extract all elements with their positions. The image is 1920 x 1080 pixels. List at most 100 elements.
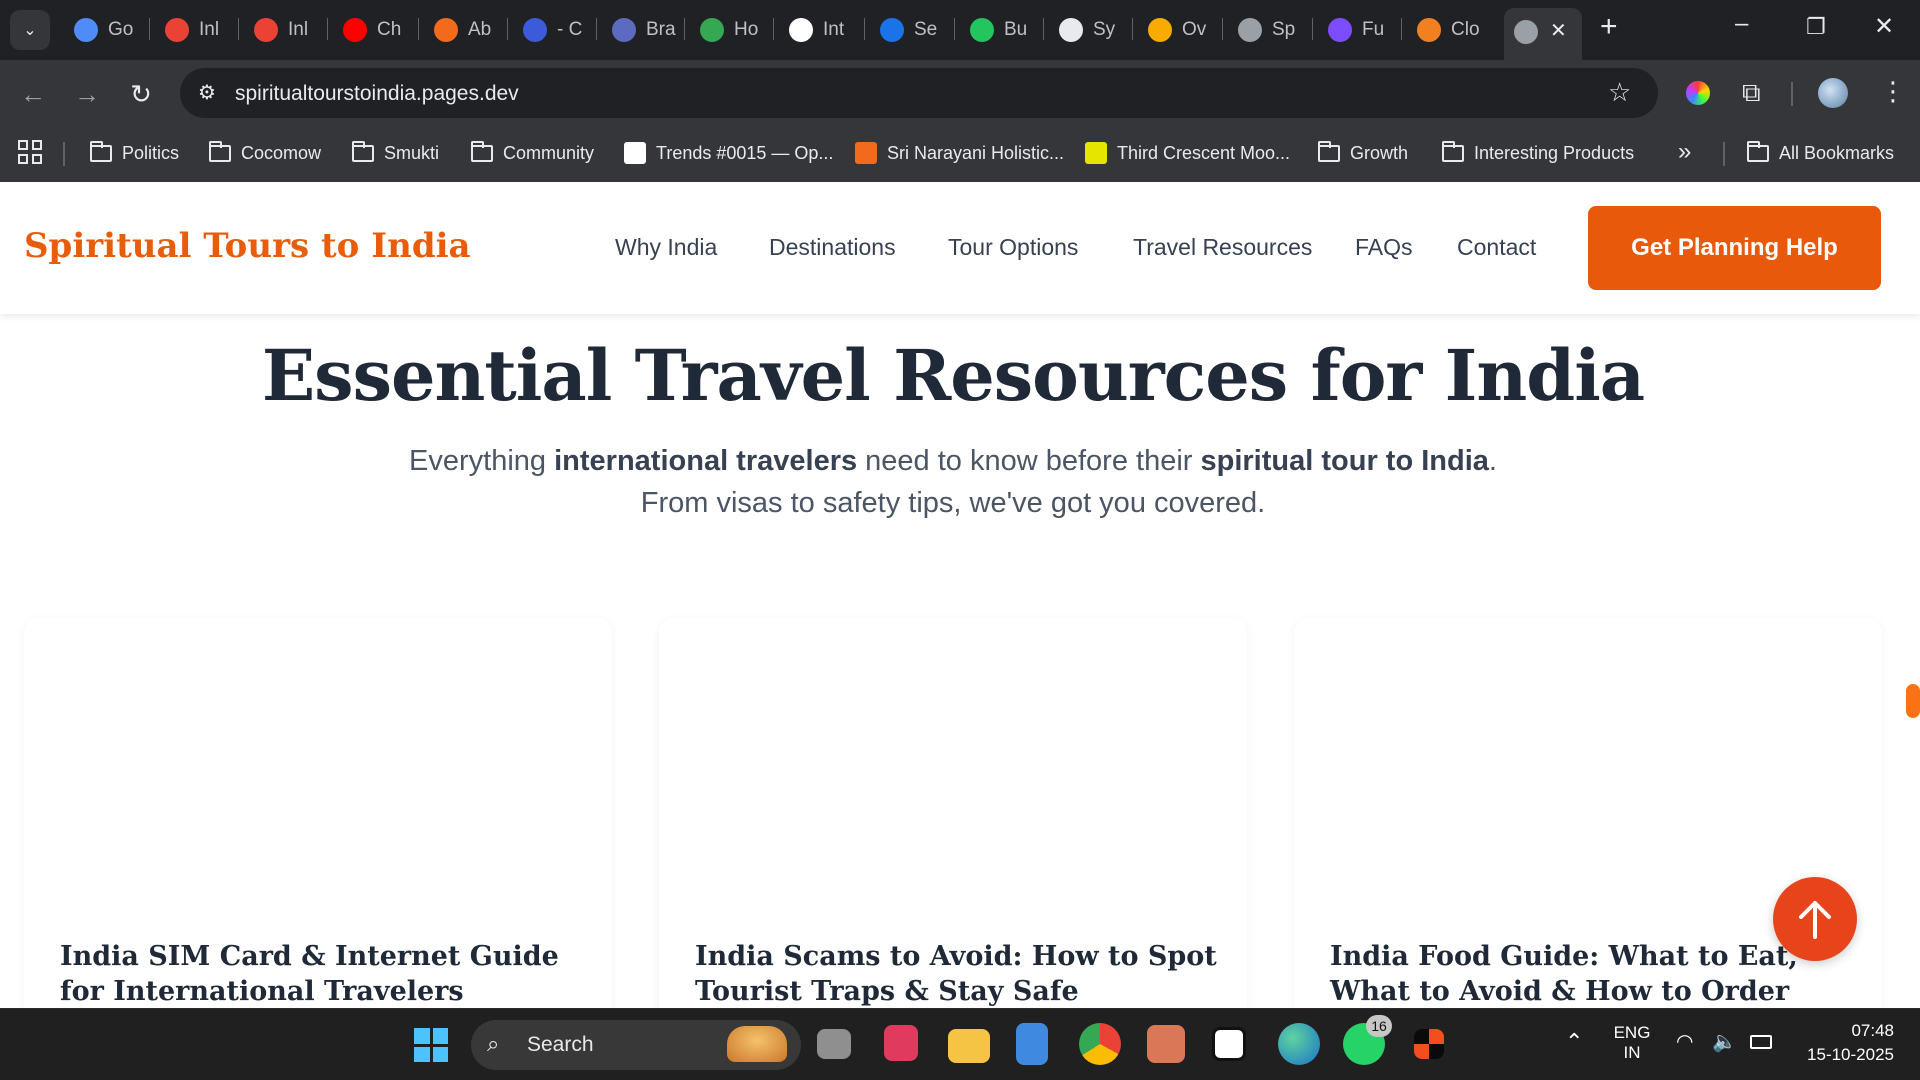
nav-faqs[interactable]: FAQs	[1355, 234, 1413, 261]
tab-label: Bu	[1004, 19, 1028, 40]
tab-13[interactable]: Sp	[1226, 12, 1306, 48]
tab-active[interactable]: ✕	[1504, 8, 1582, 60]
color-extension-icon[interactable]	[1686, 81, 1710, 105]
site-header: Spiritual Tours to India Why India Desti…	[0, 182, 1920, 314]
tray-overflow-icon[interactable]: ⌃	[1565, 1029, 1583, 1055]
tab-separator	[1312, 18, 1313, 40]
clock[interactable]: 07:48 15-10-2025	[1794, 1021, 1894, 1065]
bookmark-item[interactable]: Politics	[90, 138, 179, 168]
tab-2[interactable]: Inl	[242, 12, 322, 48]
card-title[interactable]: India Scams to Avoid: How to Spot Touris…	[695, 939, 1235, 1008]
start-button[interactable]	[414, 1028, 448, 1062]
volume-icon[interactable]: 🔈	[1712, 1029, 1737, 1054]
taskbar-search[interactable]: ⌕ Search	[471, 1020, 801, 1070]
tab-0[interactable]: Go	[62, 12, 142, 48]
nav-travel-resources[interactable]: Travel Resources	[1133, 234, 1312, 261]
back-button[interactable]: ←	[16, 77, 50, 111]
wifi-icon[interactable]: ◠	[1676, 1029, 1693, 1054]
tab-separator	[684, 18, 685, 40]
new-tab-button[interactable]: +	[1600, 10, 1618, 44]
bookmarks-overflow-button[interactable]: »	[1678, 138, 1691, 166]
apps-grid-icon[interactable]	[18, 140, 42, 164]
tab-separator	[238, 18, 239, 40]
tab-label: Ho	[734, 19, 759, 40]
notepad-icon[interactable]	[1016, 1023, 1048, 1065]
folder-icon	[1318, 140, 1340, 162]
tab-8[interactable]: Int	[777, 12, 857, 48]
bookmark-label: Sri Narayani Holistic...	[887, 142, 1065, 163]
extensions-icon[interactable]: ⧉	[1742, 77, 1761, 109]
bookmark-star-icon[interactable]: ☆	[1608, 77, 1631, 108]
bookmark-item[interactable]: Sri Narayani Holistic...	[855, 138, 1064, 168]
language-line-2: IN	[1623, 1043, 1641, 1062]
notion-icon[interactable]	[1212, 1027, 1246, 1061]
tab-14[interactable]: Fu	[1316, 12, 1396, 48]
scrollbar-thumb[interactable]	[1906, 684, 1920, 718]
resource-card-scams[interactable]: India Scams to Avoid: How to Spot Touris…	[659, 618, 1247, 1008]
bookmarks-divider	[63, 142, 65, 166]
avatar[interactable]	[1818, 78, 1848, 108]
tab-3[interactable]: Ch	[331, 12, 411, 48]
analytics-icon	[1148, 18, 1172, 42]
site-info-icon[interactable]: ⚙	[198, 80, 216, 105]
bookmark-label: Interesting Products	[1474, 142, 1635, 163]
tab-11[interactable]: Sy	[1047, 12, 1127, 48]
restore-button[interactable]: ❐	[1806, 14, 1826, 40]
chrome-icon[interactable]	[1079, 1023, 1121, 1065]
whatsapp-icon[interactable]: 16	[1343, 1015, 1392, 1065]
cloudflare-icon	[1417, 18, 1441, 42]
tab-label: Inl	[199, 19, 220, 40]
nav-tour-options[interactable]: Tour Options	[948, 234, 1078, 261]
tab-12[interactable]: Ov	[1136, 12, 1216, 48]
task-view-icon[interactable]	[817, 1029, 851, 1059]
bolt-icon	[970, 18, 994, 42]
language-line-1: ENG	[1613, 1023, 1651, 1042]
address-bar[interactable]: ⚙ spiritualtourstoindia.pages.dev ☆	[180, 68, 1658, 118]
scroll-to-top-button[interactable]	[1773, 877, 1857, 961]
tab-4[interactable]: Ab	[422, 12, 502, 48]
site-favicon-icon	[855, 142, 877, 164]
all-bookmarks-button[interactable]: All Bookmarks	[1747, 138, 1894, 168]
tab-7[interactable]: Ho	[688, 12, 768, 48]
bookmark-item[interactable]: Trends #0015 — Op...	[624, 138, 833, 168]
search-highlight-icon	[727, 1026, 787, 1062]
tab-6[interactable]: Bra	[600, 12, 680, 48]
claude-app-icon[interactable]	[1147, 1025, 1185, 1063]
bookmark-label: Growth	[1350, 142, 1409, 163]
bookmark-item[interactable]: Growth	[1318, 138, 1408, 168]
menu-kebab-icon[interactable]: ⋮	[1880, 76, 1906, 107]
tab-1[interactable]: Inl	[153, 12, 233, 48]
nav-why-india[interactable]: Why India	[615, 234, 717, 261]
tab-5[interactable]: - C	[511, 12, 591, 48]
get-planning-help-button[interactable]: Get Planning Help	[1588, 206, 1881, 290]
file-explorer-icon[interactable]	[948, 1029, 990, 1063]
clock-date: 15-10-2025	[1807, 1045, 1894, 1064]
close-tab-icon[interactable]: ✕	[1550, 18, 1567, 43]
snipping-tool-icon[interactable]	[884, 1025, 918, 1061]
figma-like-app-icon[interactable]	[1414, 1029, 1444, 1059]
bookmark-label: Politics	[122, 142, 180, 163]
reload-button[interactable]: ↻	[124, 77, 158, 111]
bookmark-item[interactable]: Interesting Products	[1442, 138, 1634, 168]
bookmark-item[interactable]: Community	[471, 138, 594, 168]
close-window-button[interactable]: ✕	[1874, 12, 1894, 41]
language-indicator[interactable]: ENG IN	[1612, 1023, 1652, 1063]
url-text[interactable]: spiritualtourstoindia.pages.dev	[235, 82, 519, 106]
bookmark-item[interactable]: Cocomow	[209, 138, 321, 168]
site-logo[interactable]: Spiritual Tours to India	[24, 226, 471, 266]
c-circle-icon	[880, 18, 904, 42]
resource-card-sim[interactable]: India SIM Card & Internet Guide for Inte…	[24, 618, 612, 1008]
tab-10[interactable]: Bu	[958, 12, 1038, 48]
tab-15[interactable]: Clo	[1405, 12, 1485, 48]
tab-search-button[interactable]: ⌄	[10, 10, 50, 50]
card-title[interactable]: India SIM Card & Internet Guide for Inte…	[60, 939, 600, 1008]
battery-icon[interactable]	[1750, 1035, 1772, 1049]
tab-9[interactable]: Se	[868, 12, 948, 48]
nav-destinations[interactable]: Destinations	[769, 234, 896, 261]
bookmark-item[interactable]: Smukti	[352, 138, 439, 168]
bookmark-item[interactable]: Third Crescent Moo...	[1085, 138, 1290, 168]
edge-icon[interactable]	[1278, 1023, 1320, 1065]
nav-contact[interactable]: Contact	[1457, 234, 1536, 261]
forward-button[interactable]: →	[70, 77, 104, 111]
minimize-button[interactable]: –	[1735, 10, 1748, 38]
